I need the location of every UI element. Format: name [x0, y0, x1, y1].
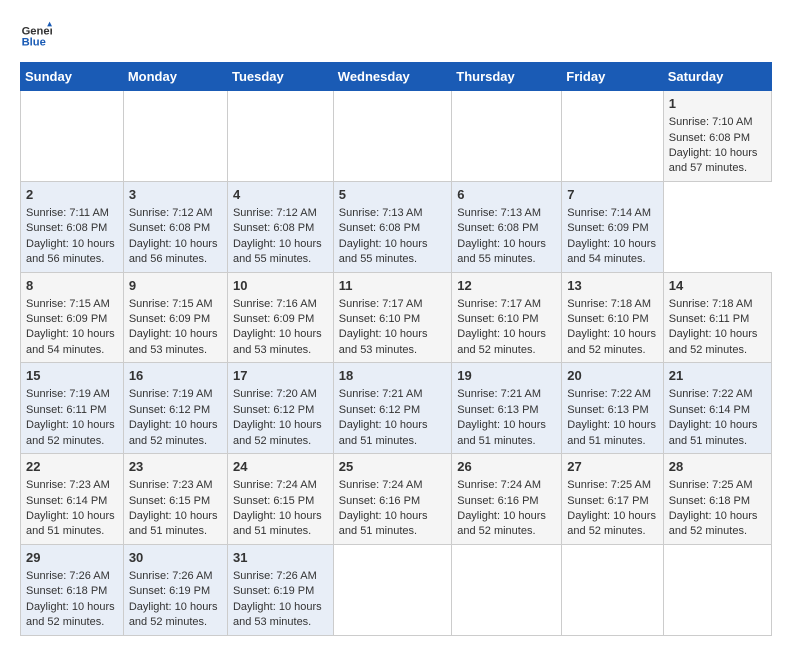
header-cell-friday: Friday — [562, 63, 663, 91]
calendar-table: SundayMondayTuesdayWednesdayThursdayFrid… — [20, 62, 772, 636]
calendar-cell-11: 11Sunrise: 7:17 AMSunset: 6:10 PMDayligh… — [333, 272, 451, 363]
calendar-cell-7: 7Sunrise: 7:14 AMSunset: 6:09 PMDaylight… — [562, 181, 663, 272]
calendar-cell-22: 22Sunrise: 7:23 AMSunset: 6:14 PMDayligh… — [21, 454, 124, 545]
empty-cell — [663, 544, 771, 635]
svg-text:Blue: Blue — [22, 37, 46, 49]
header-cell-sunday: Sunday — [21, 63, 124, 91]
empty-cell — [562, 91, 663, 182]
calendar-cell-23: 23Sunrise: 7:23 AMSunset: 6:15 PMDayligh… — [123, 454, 227, 545]
calendar-cell-21: 21Sunrise: 7:22 AMSunset: 6:14 PMDayligh… — [663, 363, 771, 454]
empty-cell — [562, 544, 663, 635]
empty-cell — [227, 91, 333, 182]
header-cell-thursday: Thursday — [452, 63, 562, 91]
calendar-cell-26: 26Sunrise: 7:24 AMSunset: 6:16 PMDayligh… — [452, 454, 562, 545]
calendar-cell-30: 30Sunrise: 7:26 AMSunset: 6:19 PMDayligh… — [123, 544, 227, 635]
calendar-cell-28: 28Sunrise: 7:25 AMSunset: 6:18 PMDayligh… — [663, 454, 771, 545]
svg-text:General: General — [22, 25, 52, 37]
header-row: SundayMondayTuesdayWednesdayThursdayFrid… — [21, 63, 772, 91]
empty-cell — [333, 544, 451, 635]
calendar-week-6: 29Sunrise: 7:26 AMSunset: 6:18 PMDayligh… — [21, 544, 772, 635]
calendar-week-5: 22Sunrise: 7:23 AMSunset: 6:14 PMDayligh… — [21, 454, 772, 545]
calendar-cell-16: 16Sunrise: 7:19 AMSunset: 6:12 PMDayligh… — [123, 363, 227, 454]
calendar-header: SundayMondayTuesdayWednesdayThursdayFrid… — [21, 63, 772, 91]
calendar-cell-4: 4Sunrise: 7:12 AMSunset: 6:08 PMDaylight… — [227, 181, 333, 272]
calendar-cell-1: 1Sunrise: 7:10 AMSunset: 6:08 PMDaylight… — [663, 91, 771, 182]
header-cell-saturday: Saturday — [663, 63, 771, 91]
logo-icon: General Blue — [20, 20, 52, 52]
header-cell-monday: Monday — [123, 63, 227, 91]
empty-cell — [333, 91, 451, 182]
empty-cell — [452, 91, 562, 182]
calendar-cell-12: 12Sunrise: 7:17 AMSunset: 6:10 PMDayligh… — [452, 272, 562, 363]
calendar-cell-18: 18Sunrise: 7:21 AMSunset: 6:12 PMDayligh… — [333, 363, 451, 454]
calendar-cell-29: 29Sunrise: 7:26 AMSunset: 6:18 PMDayligh… — [21, 544, 124, 635]
empty-cell — [123, 91, 227, 182]
calendar-week-2: 2Sunrise: 7:11 AMSunset: 6:08 PMDaylight… — [21, 181, 772, 272]
header-cell-wednesday: Wednesday — [333, 63, 451, 91]
calendar-body: 1Sunrise: 7:10 AMSunset: 6:08 PMDaylight… — [21, 91, 772, 636]
calendar-cell-5: 5Sunrise: 7:13 AMSunset: 6:08 PMDaylight… — [333, 181, 451, 272]
calendar-cell-31: 31Sunrise: 7:26 AMSunset: 6:19 PMDayligh… — [227, 544, 333, 635]
calendar-cell-17: 17Sunrise: 7:20 AMSunset: 6:12 PMDayligh… — [227, 363, 333, 454]
calendar-cell-2: 2Sunrise: 7:11 AMSunset: 6:08 PMDaylight… — [21, 181, 124, 272]
calendar-cell-6: 6Sunrise: 7:13 AMSunset: 6:08 PMDaylight… — [452, 181, 562, 272]
empty-cell — [21, 91, 124, 182]
calendar-cell-9: 9Sunrise: 7:15 AMSunset: 6:09 PMDaylight… — [123, 272, 227, 363]
calendar-week-3: 8Sunrise: 7:15 AMSunset: 6:09 PMDaylight… — [21, 272, 772, 363]
header: General Blue — [20, 20, 772, 52]
calendar-cell-24: 24Sunrise: 7:24 AMSunset: 6:15 PMDayligh… — [227, 454, 333, 545]
calendar-cell-13: 13Sunrise: 7:18 AMSunset: 6:10 PMDayligh… — [562, 272, 663, 363]
calendar-cell-3: 3Sunrise: 7:12 AMSunset: 6:08 PMDaylight… — [123, 181, 227, 272]
calendar-cell-20: 20Sunrise: 7:22 AMSunset: 6:13 PMDayligh… — [562, 363, 663, 454]
header-cell-tuesday: Tuesday — [227, 63, 333, 91]
calendar-cell-25: 25Sunrise: 7:24 AMSunset: 6:16 PMDayligh… — [333, 454, 451, 545]
calendar-cell-27: 27Sunrise: 7:25 AMSunset: 6:17 PMDayligh… — [562, 454, 663, 545]
calendar-cell-8: 8Sunrise: 7:15 AMSunset: 6:09 PMDaylight… — [21, 272, 124, 363]
calendar-cell-15: 15Sunrise: 7:19 AMSunset: 6:11 PMDayligh… — [21, 363, 124, 454]
calendar-week-1: 1Sunrise: 7:10 AMSunset: 6:08 PMDaylight… — [21, 91, 772, 182]
calendar-week-4: 15Sunrise: 7:19 AMSunset: 6:11 PMDayligh… — [21, 363, 772, 454]
calendar-cell-14: 14Sunrise: 7:18 AMSunset: 6:11 PMDayligh… — [663, 272, 771, 363]
empty-cell — [452, 544, 562, 635]
calendar-cell-10: 10Sunrise: 7:16 AMSunset: 6:09 PMDayligh… — [227, 272, 333, 363]
calendar-cell-19: 19Sunrise: 7:21 AMSunset: 6:13 PMDayligh… — [452, 363, 562, 454]
logo: General Blue — [20, 20, 56, 52]
